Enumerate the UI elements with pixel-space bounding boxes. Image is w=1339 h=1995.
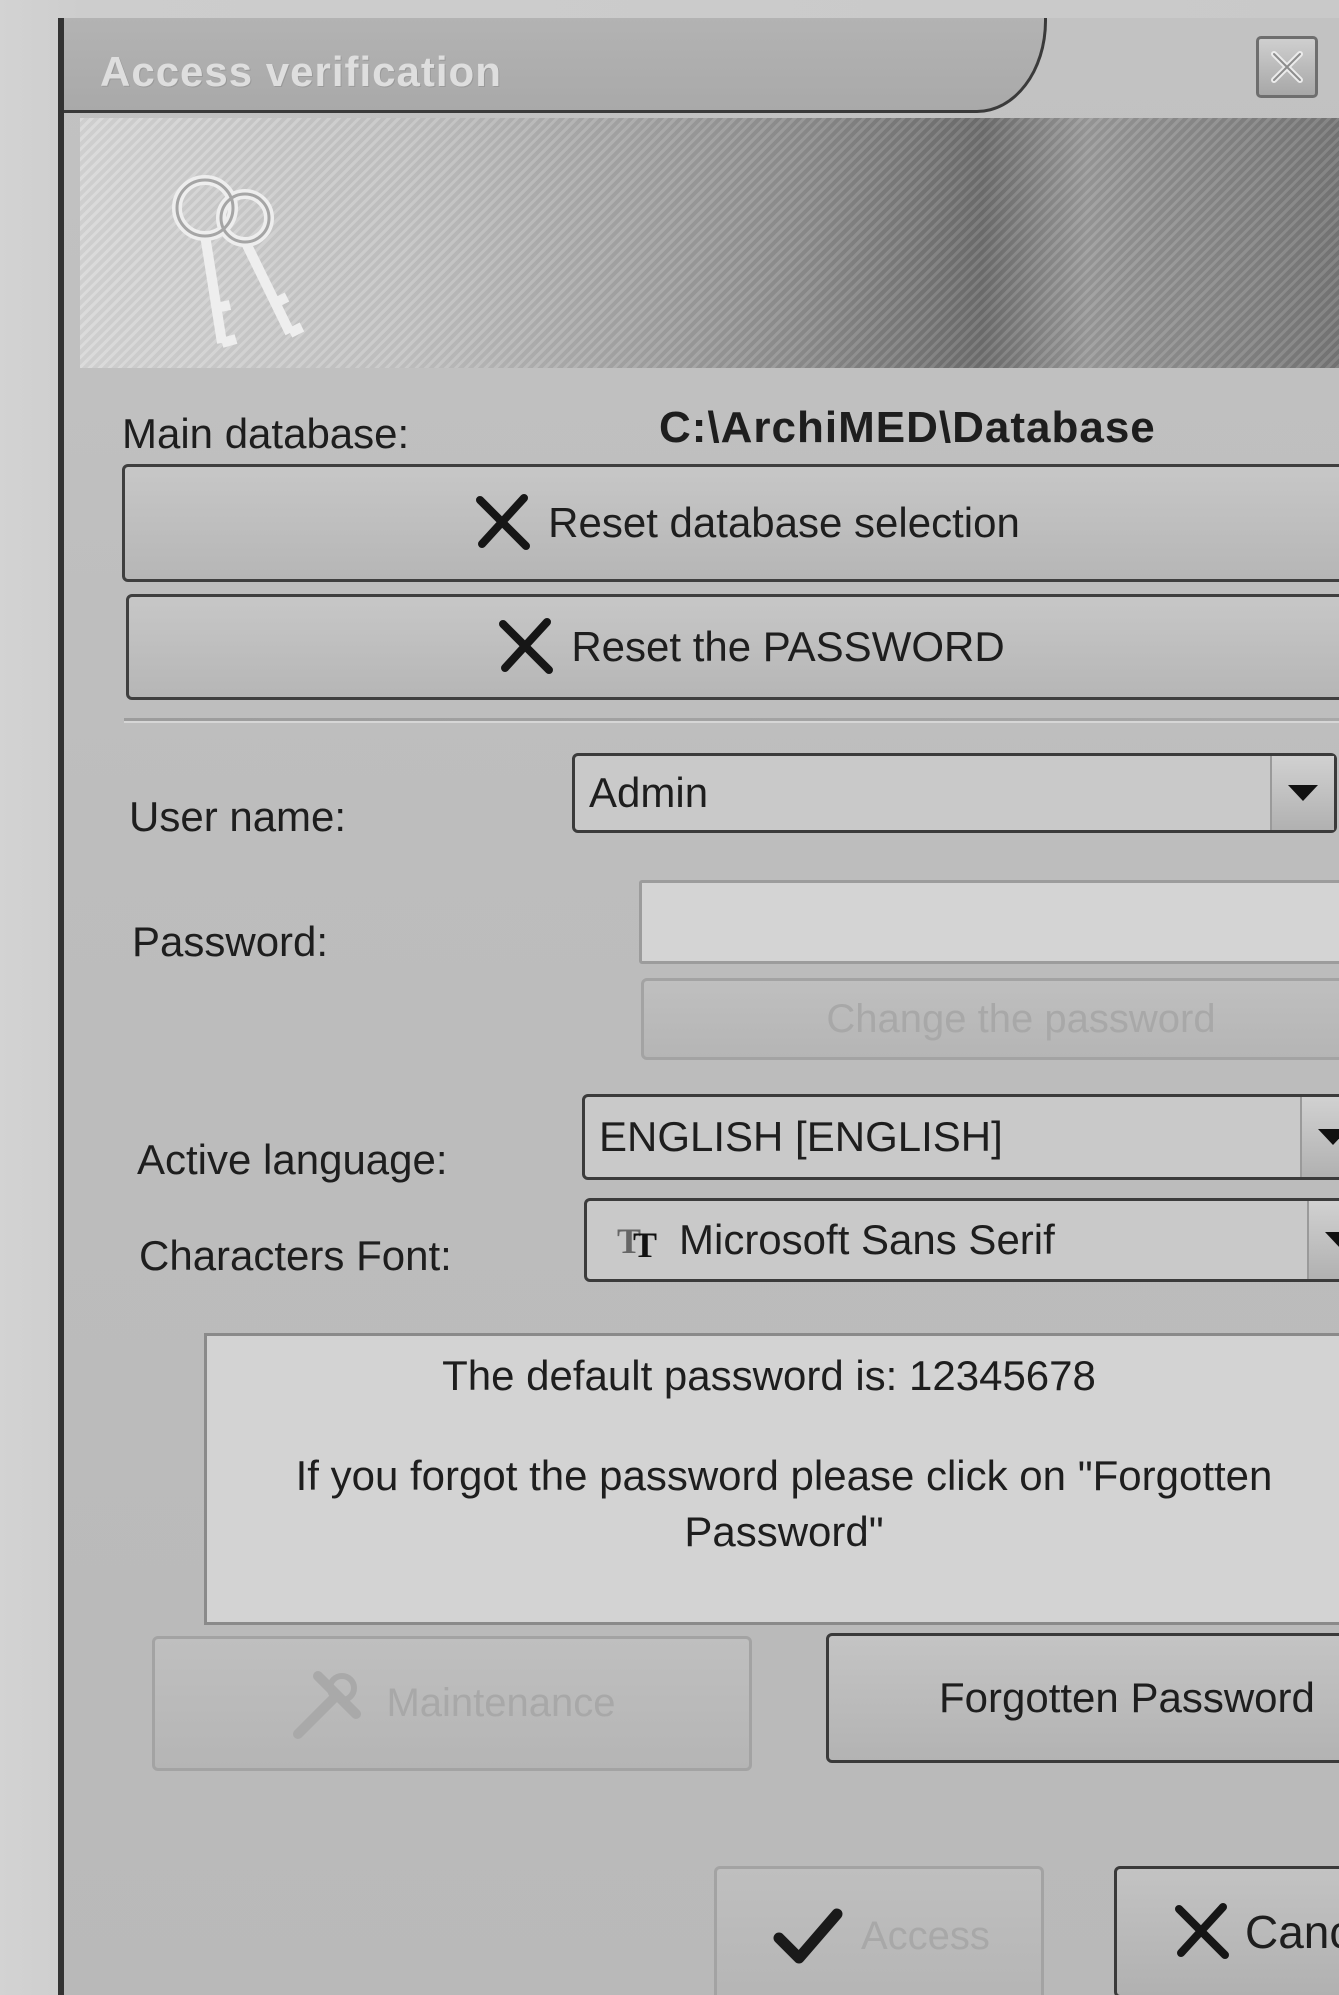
language-value: ENGLISH [ENGLISH] [599,1113,1003,1160]
screen: Access verification Main database: C:\Ar… [0,0,1339,1995]
font-value: Microsoft Sans Serif [679,1216,1055,1263]
svg-text:T: T [633,1225,657,1261]
forgotten-password-button[interactable]: Forgotten Password [826,1633,1339,1763]
close-icon [1271,51,1303,83]
username-select[interactable]: Admin [572,753,1337,833]
language-select[interactable]: ENGLISH [ENGLISH] [582,1094,1339,1180]
username-value: Admin [589,769,709,816]
chevron-down-icon [1325,1232,1339,1247]
username-label: User name: [129,793,347,840]
info-message-box: The default password is: 12345678 If you… [204,1333,1339,1625]
x-cross-icon [499,618,554,674]
password-label: Password: [132,918,329,965]
change-password-label: Change the password [826,996,1216,1041]
default-password-text: The default password is: 12345678 [442,1352,1096,1399]
reset-database-label: Reset database selection [548,499,1020,546]
maintenance-button: Maintenance [152,1636,752,1771]
active-language-label: Active language: [137,1136,448,1183]
characters-font-label: Characters Font: [139,1232,452,1279]
access-verification-dialog: Access verification Main database: C:\Ar… [58,18,1339,1995]
change-password-button: Change the password [641,978,1339,1060]
cancel-button[interactable]: Cancel [1114,1866,1339,1995]
font-dropdown-button[interactable] [1307,1201,1339,1279]
wrench-tools-icon [293,1670,362,1739]
forgot-password-hint: If you forgot the password please click … [295,1452,1273,1555]
reset-password-label: Reset the PASSWORD [571,623,1005,670]
chevron-down-icon [1318,1129,1339,1145]
font-select[interactable]: T T Microsoft Sans Serif [584,1198,1339,1282]
maintenance-label: Maintenance [386,1681,616,1725]
window-title: Access verification [100,48,502,95]
reset-password-button[interactable]: Reset the PASSWORD [126,594,1339,700]
cancel-label: Cancel [1245,1906,1339,1958]
language-dropdown-button[interactable] [1300,1097,1339,1177]
reset-database-button[interactable]: Reset database selection [122,464,1339,582]
keys-icon [172,175,305,348]
section-divider [124,718,1339,723]
x-cross-icon [476,494,531,550]
checkmark-icon [773,1908,843,1964]
close-button[interactable] [1256,36,1318,98]
truetype-font-icon: T T [617,1221,657,1261]
title-bar[interactable]: Access verification [64,18,1047,113]
access-button: Access [714,1866,1044,1995]
access-label: Access [861,1913,990,1958]
database-path: C:\ArchiMED\Database [659,403,1156,452]
x-cross-icon [1175,1903,1229,1959]
username-dropdown-button[interactable] [1270,756,1334,830]
forgotten-password-label: Forgotten Password [939,1674,1315,1721]
header-banner [80,118,1339,368]
chevron-down-icon [1288,785,1318,801]
password-field[interactable] [639,880,1339,964]
main-database-label: Main database: [122,410,410,457]
